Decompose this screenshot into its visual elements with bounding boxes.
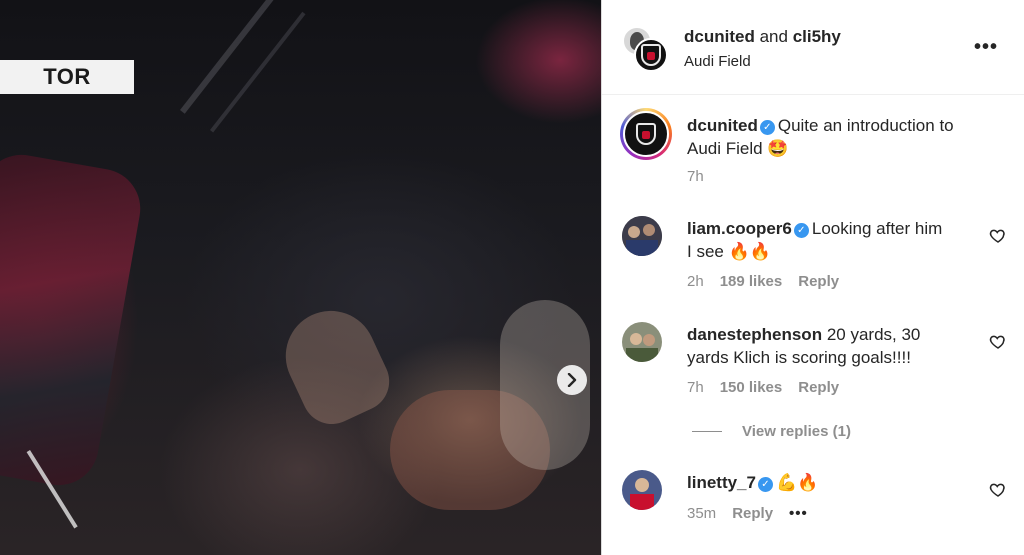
verified-badge-icon: ✓ bbox=[757, 477, 773, 492]
comment-options-button[interactable]: ••• bbox=[789, 505, 808, 522]
comment-meta: 7h 150 likes Reply bbox=[687, 379, 839, 396]
chevron-right-icon bbox=[567, 373, 577, 387]
more-horizontal-icon: ••• bbox=[974, 36, 999, 58]
comment-line1: 20 yards, 30 bbox=[826, 325, 921, 344]
caption-meta: 7h bbox=[687, 168, 704, 185]
comment-time[interactable]: 2h bbox=[687, 273, 704, 290]
post-header: dcunited and cli5hy Audi Field ••• bbox=[602, 0, 1024, 95]
comment-likes[interactable]: 189 likes bbox=[720, 273, 783, 290]
caption-line1: Quite an introduction to bbox=[777, 116, 954, 135]
comment-username[interactable]: linetty_7 bbox=[687, 473, 756, 492]
avatar-danestephenson[interactable] bbox=[622, 322, 662, 362]
comment-text: danestephenson 20 yards, 30 yards Klich … bbox=[687, 323, 987, 369]
user-photo-icon bbox=[622, 470, 662, 510]
reply-button[interactable]: Reply bbox=[798, 273, 839, 290]
like-heart-icon[interactable] bbox=[989, 227, 1007, 245]
caption-text: dcunited ✓ Quite an introduction to Audi F… bbox=[687, 114, 987, 160]
comment-line2: I see 🔥🔥 bbox=[687, 242, 771, 261]
post-authors: dcunited and cli5hy bbox=[684, 27, 841, 47]
author-cli5hy-link[interactable]: cli5hy bbox=[793, 27, 841, 46]
comment-line2: yards Klich is scoring goals!!!! bbox=[687, 348, 911, 367]
comment-username[interactable]: danestephenson bbox=[687, 325, 822, 344]
comment-text: liam.cooper6 ✓ Looking after him I see 🔥🔥 bbox=[687, 217, 987, 263]
caption-username[interactable]: dcunited bbox=[687, 116, 758, 135]
authors-conjunction: and bbox=[759, 27, 788, 46]
reply-button[interactable]: Reply bbox=[732, 505, 773, 522]
comment-line1: Looking after him bbox=[811, 219, 943, 238]
comment-username[interactable]: liam.cooper6 bbox=[687, 219, 792, 238]
replies-divider bbox=[692, 431, 722, 432]
comment-likes[interactable]: 150 likes bbox=[720, 379, 783, 396]
location-link[interactable]: Audi Field bbox=[684, 53, 751, 70]
user-photo-icon bbox=[622, 216, 662, 256]
caption-line2: Audi Field 🤩 bbox=[687, 139, 789, 158]
more-options-button[interactable]: ••• bbox=[974, 36, 998, 59]
comment-time[interactable]: 35m bbox=[687, 505, 716, 522]
avatar-dcunited[interactable] bbox=[634, 38, 668, 72]
view-replies-button[interactable]: View replies (1) bbox=[692, 423, 851, 440]
like-heart-icon[interactable] bbox=[989, 333, 1007, 351]
dc-united-crest-icon bbox=[641, 44, 661, 66]
reply-button[interactable]: Reply bbox=[798, 379, 839, 396]
caption-time[interactable]: 7h bbox=[687, 168, 704, 185]
comment-time[interactable]: 7h bbox=[687, 379, 704, 396]
team-abbreviation: TOR bbox=[43, 64, 91, 89]
like-heart-icon[interactable] bbox=[989, 481, 1007, 499]
user-photo-icon bbox=[622, 322, 662, 362]
caption-avatar[interactable] bbox=[620, 108, 672, 160]
verified-badge-icon: ✓ bbox=[793, 223, 809, 238]
score-overlay: TOR bbox=[0, 60, 134, 94]
comment-line1: 💪🔥 bbox=[775, 473, 819, 492]
collab-avatars[interactable] bbox=[622, 26, 670, 72]
fan-arm bbox=[270, 296, 400, 434]
dc-united-crest-icon bbox=[636, 123, 656, 145]
author-dcunited-link[interactable]: dcunited bbox=[684, 27, 755, 46]
comment-text: linetty_7 ✓ 💪🔥 bbox=[687, 471, 987, 494]
avatar-liam-cooper6[interactable] bbox=[622, 216, 662, 256]
avatar-linetty-7[interactable] bbox=[622, 470, 662, 510]
comment-meta: 35m Reply ••• bbox=[687, 505, 808, 522]
post-media[interactable]: TOR bbox=[0, 0, 601, 555]
waving-flag bbox=[0, 148, 147, 492]
comments-panel: dcunited and cli5hy Audi Field ••• dcuni… bbox=[601, 0, 1024, 555]
view-replies-label: View replies (1) bbox=[742, 423, 851, 440]
verified-badge-icon: ✓ bbox=[759, 120, 775, 135]
next-media-button[interactable] bbox=[557, 365, 587, 395]
comment-meta: 2h 189 likes Reply bbox=[687, 273, 839, 290]
stadium-railing-2 bbox=[210, 11, 306, 133]
